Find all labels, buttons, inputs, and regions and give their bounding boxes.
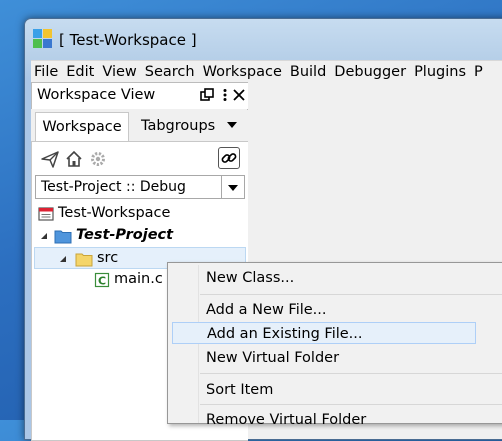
menu-edit[interactable]: Edit — [63, 64, 99, 80]
workspace-view-header: Workspace View — [31, 82, 248, 110]
link-editor-button[interactable] — [218, 147, 240, 169]
configuration-select[interactable]: Test-Project :: Debug — [35, 175, 245, 199]
menu-build[interactable]: Build — [287, 64, 331, 80]
menu-item-remove-virtual-folder[interactable]: Remove Virtual Folder — [172, 409, 476, 431]
workspace-icon — [38, 207, 54, 221]
project-folder-icon — [54, 230, 72, 244]
menu-item-add-existing-file[interactable]: Add an Existing File... — [172, 322, 476, 344]
title-bar[interactable]: [ Test-Workspace ] — [25, 19, 502, 59]
menu-item-label: Sort Item — [206, 382, 274, 398]
menu-item-label: Add a New File... — [206, 302, 327, 318]
tree-item-label: Test-Project — [76, 227, 174, 243]
menu-search[interactable]: Search — [142, 64, 200, 80]
menu-separator — [200, 373, 502, 374]
tree-item-label: Test-Workspace — [58, 205, 171, 221]
tree-item-workspace[interactable]: Test-Workspace — [34, 203, 246, 225]
tab-workspace[interactable]: Workspace — [35, 112, 129, 142]
send-icon[interactable] — [40, 149, 60, 169]
configuration-value: Test-Project :: Debug — [41, 179, 186, 195]
menu-item-label: Remove Virtual Folder — [206, 412, 367, 428]
context-menu: New Class... Add a New File... Add an Ex… — [167, 262, 502, 428]
tree-item-project[interactable]: Test-Project — [34, 225, 246, 247]
menu-file[interactable]: File — [31, 64, 63, 80]
tab-tabgroups[interactable]: Tabgroups — [141, 112, 215, 142]
folder-icon — [75, 253, 93, 267]
menu-bar: File Edit View Search Workspace Build De… — [31, 60, 502, 83]
menu-item-label: New Virtual Folder — [206, 350, 340, 366]
menu-debugger[interactable]: Debugger — [331, 64, 411, 80]
chevron-down-icon — [228, 185, 238, 191]
menu-separator — [200, 404, 502, 405]
menu-item-label: New Class... — [206, 270, 295, 286]
gear-icon[interactable] — [88, 149, 108, 169]
c-file-icon: C — [94, 272, 110, 288]
menu-item-label: Add an Existing File... — [207, 326, 363, 342]
restore-icon[interactable] — [200, 88, 214, 102]
desktop: { "window": { "title": "[ Test-Workspace… — [0, 0, 502, 441]
window-title: [ Test-Workspace ] — [59, 31, 197, 49]
workspace-tabs: Workspace Tabgroups — [31, 109, 247, 142]
menu-item-new-virtual-folder[interactable]: New Virtual Folder — [172, 347, 476, 369]
close-icon[interactable] — [232, 88, 246, 102]
tabs-dropdown-icon[interactable] — [227, 121, 237, 129]
configuration-dropdown-button[interactable] — [221, 176, 244, 198]
menu-item-new-class[interactable]: New Class... — [172, 267, 476, 289]
app-logo-icon — [33, 29, 52, 48]
more-options-icon[interactable] — [218, 88, 232, 102]
menu-item-sort-item[interactable]: Sort Item — [172, 379, 476, 401]
menu-plugins[interactable]: Plugins — [411, 64, 471, 80]
tree-item-label: src — [97, 250, 119, 266]
home-icon[interactable] — [64, 149, 84, 169]
svg-text:C: C — [98, 275, 106, 288]
tree-item-label: main.c — [114, 271, 163, 287]
menu-view[interactable]: View — [99, 64, 141, 80]
expanded-arrow-icon[interactable] — [40, 232, 48, 240]
menu-separator — [200, 294, 502, 295]
menu-truncated[interactable]: P — [471, 64, 488, 80]
link-icon — [221, 153, 237, 163]
panel-title: Workspace View — [37, 87, 156, 103]
expanded-arrow-icon[interactable] — [59, 255, 67, 263]
menu-workspace[interactable]: Workspace — [200, 64, 287, 80]
menu-item-add-new-file[interactable]: Add a New File... — [172, 299, 476, 321]
